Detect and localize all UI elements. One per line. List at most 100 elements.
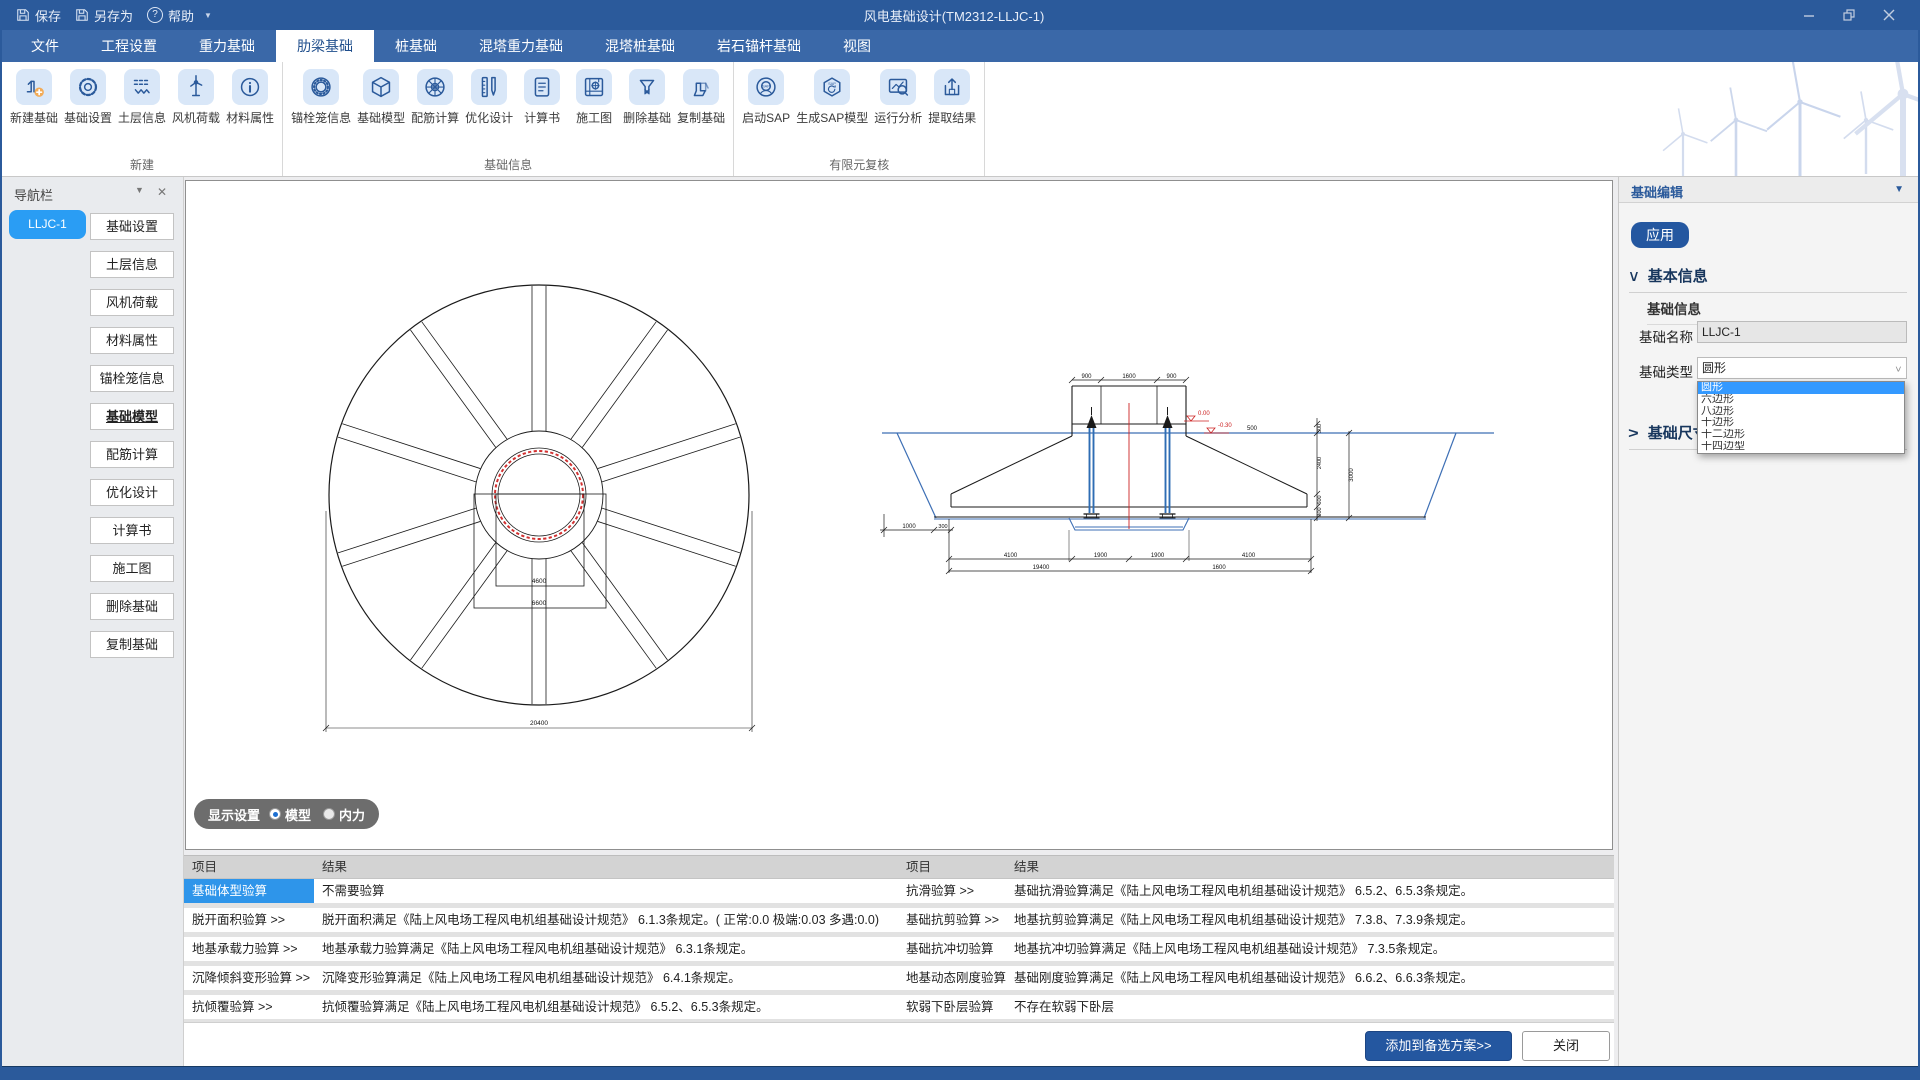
ribbon-item-label: 删除基础 [623, 109, 671, 126]
sap-model-icon: SAP [814, 69, 850, 105]
main-area: 导航栏 ▼ ✕ LLJC-1 基础设置土层信息风机荷载材料属性锚栓笼信息基础模型… [2, 177, 1918, 1066]
sidebar-item[interactable]: 优化设计 [90, 479, 174, 506]
sidebar-item[interactable]: 配筋计算 [90, 441, 174, 468]
dropdown-option[interactable]: 十二边形 [1698, 429, 1904, 441]
ribbon-item[interactable]: 复制基础 [675, 69, 727, 126]
ribbon-item[interactable]: 优化设计 [463, 69, 515, 126]
add-to-candidates-button[interactable]: 添加到备选方案>> [1365, 1031, 1512, 1061]
save-button[interactable]: 保存 [12, 6, 65, 25]
save-as-button[interactable]: 另存为 [71, 6, 137, 25]
close-button[interactable] [1882, 8, 1896, 22]
new-foundation-icon [16, 69, 52, 105]
check-result: 脱开面积满足《陆上风电场工程风电机组基础设计规范》 6.1.3条规定。( 正常:… [314, 908, 898, 932]
ribbon-item-label: 锚栓笼信息 [291, 109, 351, 126]
collapse-icon[interactable]: ▼ [135, 185, 144, 195]
ribbon-item[interactable]: 基础模型 [355, 69, 407, 126]
display-option-label: 模型 [285, 805, 311, 824]
sidebar-item[interactable]: 删除基础 [90, 593, 174, 620]
section-basic-info[interactable]: >基本信息 [1629, 265, 1907, 293]
menu-tab[interactable]: 岩石锚杆基础 [696, 30, 822, 62]
check-item-link[interactable]: 抗倾覆验算 >> [184, 995, 314, 1019]
check-item-link[interactable]: 基础抗冲切验算 [898, 937, 1006, 961]
copy-foundation-icon [683, 69, 719, 105]
menu-tab[interactable]: 文件 [10, 30, 80, 62]
check-item-link[interactable]: 沉降倾斜变形验算 >> [184, 966, 314, 990]
foundation-type-select[interactable]: 圆形 > [1697, 357, 1907, 379]
check-item-link[interactable]: 抗滑验算 >> [898, 879, 1006, 903]
ribbon-item[interactable]: 土层信息 [116, 69, 168, 126]
menu-tab[interactable]: 肋梁基础 [276, 30, 374, 62]
ribbon-item[interactable]: 锚栓笼信息 [289, 69, 353, 126]
sidebar-item[interactable]: 计算书 [90, 517, 174, 544]
dropdown-option[interactable]: 十四边型 [1698, 441, 1904, 453]
ribbon-item[interactable]: 计算书 [517, 69, 567, 126]
ribbon: 新建基础 基础设置 土层信息 [2, 62, 1918, 177]
ribbon-item[interactable]: 材料属性 [224, 69, 276, 126]
radio-button[interactable] [269, 808, 281, 820]
ribbon-item[interactable]: 风机荷载 [170, 69, 222, 126]
menu-tab[interactable]: 视图 [822, 30, 892, 62]
svg-text:4600: 4600 [532, 578, 547, 585]
sidebar-item[interactable]: 基础设置 [90, 213, 174, 240]
foundation-name-input[interactable]: LLJC-1 [1697, 321, 1907, 343]
check-item-link[interactable]: 软弱下卧层验算 [898, 995, 1006, 1019]
dropdown-option[interactable]: 十边形 [1698, 417, 1904, 429]
results-table-header: 项目 结果 项目 结果 [184, 856, 1614, 879]
quick-access-toolbar: 保存 另存为 ? 帮助 ▼ [2, 6, 442, 25]
column-header: 项目 [184, 856, 314, 878]
display-option[interactable]: 内力 [323, 805, 365, 824]
sidebar-item[interactable]: 基础模型 [90, 403, 174, 430]
svg-text:1600: 1600 [1212, 565, 1226, 571]
sidebar-item[interactable]: 复制基础 [90, 631, 174, 658]
wind-turbine-icon [178, 69, 214, 105]
ribbon-item[interactable]: SAP 启动SAP [740, 69, 792, 126]
menu-tab[interactable]: 工程设置 [80, 30, 178, 62]
close-icon[interactable]: ✕ [157, 185, 167, 199]
status-strip [2, 1066, 1918, 1080]
ribbon-group: SAP 启动SAP SAP 生成SAP模型 运行分析 [734, 62, 985, 176]
sidebar-item[interactable]: 材料属性 [90, 327, 174, 354]
restore-button[interactable] [1842, 8, 1856, 22]
ribbon-item-label: 新建基础 [10, 109, 58, 126]
ribbon-item[interactable]: 提取结果 [926, 69, 978, 126]
content-column: 20400460066000.00-0.30500900160090030024… [184, 177, 1618, 1066]
dropdown-option[interactable]: 圆形 [1698, 382, 1904, 394]
apply-button[interactable]: 应用 [1631, 222, 1689, 248]
collapse-icon[interactable]: ▼ [1894, 184, 1904, 195]
check-item-link[interactable]: 地基承载力验算 >> [184, 937, 314, 961]
ribbon-item[interactable]: 配筋计算 [409, 69, 461, 126]
menu-tab[interactable]: 重力基础 [178, 30, 276, 62]
chevron-down-icon[interactable]: ▼ [204, 11, 212, 20]
check-item-link[interactable]: 基础体型验算 [184, 879, 314, 903]
check-item-link[interactable]: 脱开面积验算 >> [184, 908, 314, 932]
sidebar-item[interactable]: 锚栓笼信息 [90, 365, 174, 392]
minimize-button[interactable] [1802, 8, 1816, 22]
project-tab[interactable]: LLJC-1 [9, 210, 86, 239]
menu-tab[interactable]: 混塔重力基础 [458, 30, 584, 62]
svg-text:2400: 2400 [1317, 457, 1323, 469]
ribbon-item[interactable]: SAP 生成SAP模型 [794, 69, 870, 126]
ribbon-item[interactable]: 施工图 [569, 69, 619, 126]
display-option[interactable]: 模型 [269, 805, 311, 824]
check-item-link[interactable]: 地基动态刚度验算 >> [898, 966, 1006, 990]
close-button[interactable]: 关闭 [1522, 1031, 1610, 1061]
ribbon-item[interactable]: 删除基础 [621, 69, 673, 126]
sidebar-item[interactable]: 风机荷载 [90, 289, 174, 316]
menu-tab[interactable]: 混塔桩基础 [584, 30, 696, 62]
ribbon-item-label: 生成SAP模型 [796, 109, 868, 126]
menu-tab[interactable]: 桩基础 [374, 30, 458, 62]
sidebar-item[interactable]: 施工图 [90, 555, 174, 582]
check-item-link[interactable]: 基础抗剪验算 >> [898, 908, 1006, 932]
dropdown-option[interactable]: 六边形 [1698, 394, 1904, 406]
dropdown-option[interactable]: 八边形 [1698, 406, 1904, 418]
check-result: 地基抗剪验算满足《陆上风电场工程风电机组基础设计规范》 7.3.8、7.3.9条… [1006, 908, 1614, 932]
ribbon-item-label: 土层信息 [118, 109, 166, 126]
help-button[interactable]: ? 帮助 [143, 6, 198, 25]
ribbon-item[interactable]: 运行分析 [872, 69, 924, 126]
sidebar-item[interactable]: 土层信息 [90, 251, 174, 278]
ribbon-group-label: 新建 [2, 156, 282, 173]
radio-button[interactable] [323, 808, 335, 820]
ribbon-item[interactable]: 新建基础 [8, 69, 60, 126]
check-result: 不存在软弱下卧层 [1006, 995, 1614, 1019]
ribbon-item[interactable]: 基础设置 [62, 69, 114, 126]
